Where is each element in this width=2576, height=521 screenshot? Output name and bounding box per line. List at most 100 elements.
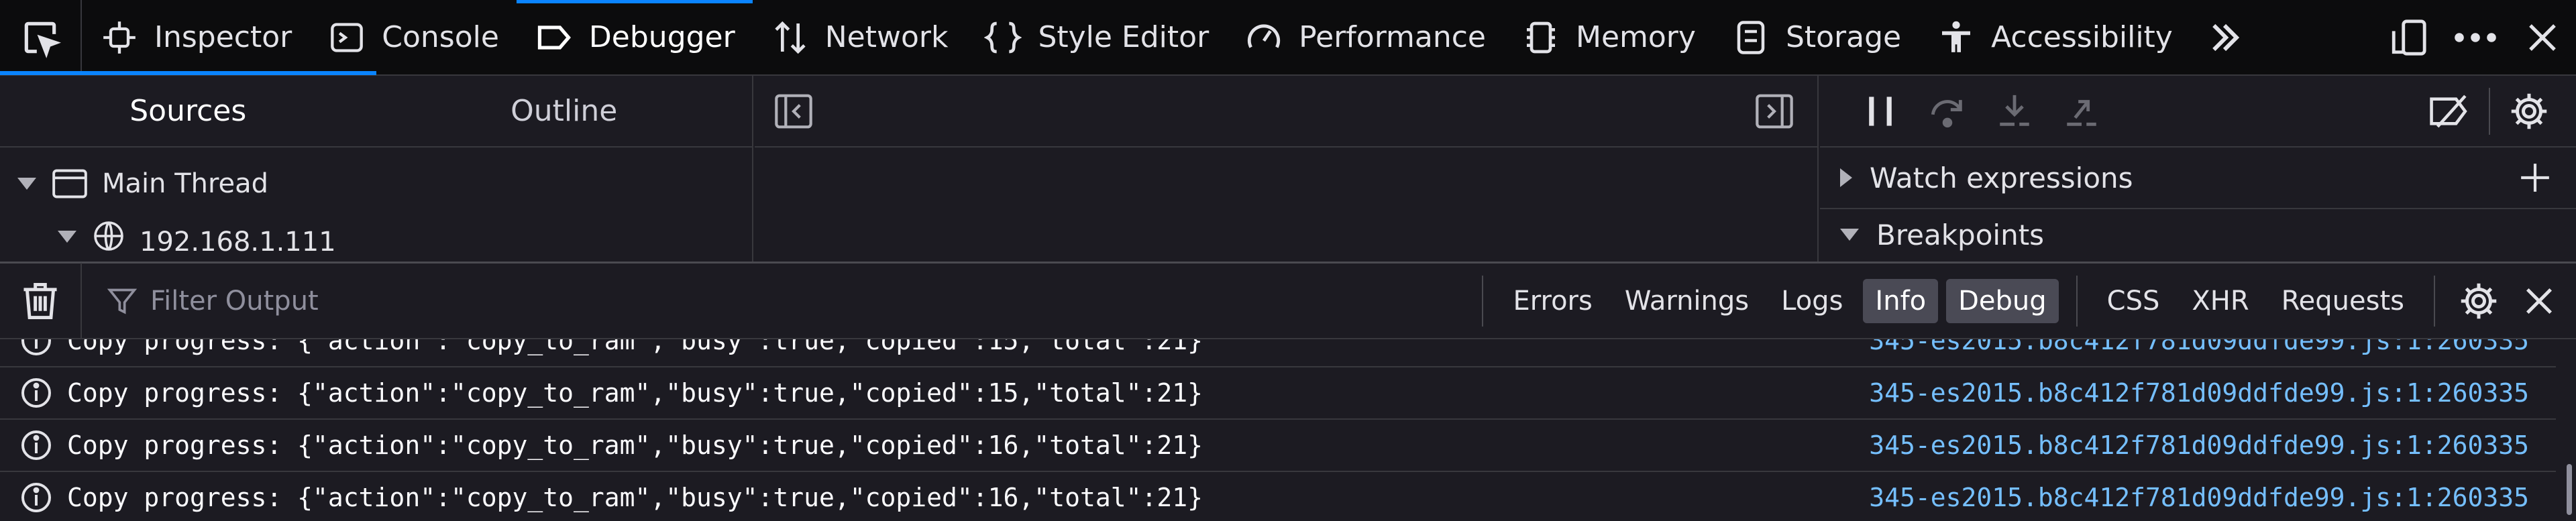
filter-output	[82, 284, 1468, 317]
close-devtools-button[interactable]	[2509, 0, 2576, 75]
tab-label: Memory	[1575, 20, 1696, 54]
filter-debug-button[interactable]: Debug	[1946, 278, 2059, 323]
tab-label: Sources	[129, 94, 247, 128]
close-split-console-button[interactable]	[2509, 263, 2569, 339]
tab-label: Debugger	[588, 20, 735, 54]
toggle-side-pane-button[interactable]	[1756, 94, 1793, 129]
element-picker-icon	[24, 21, 61, 58]
storage-icon	[1731, 17, 1771, 58]
console-message: Copy progress: {"action":"copy_to_ram","…	[0, 367, 2556, 420]
breakpoint-off-icon	[2430, 95, 2467, 127]
tab-label: Accessibility	[1991, 20, 2173, 54]
filter-info-button[interactable]: Info	[1863, 278, 1939, 323]
deactivate-breakpoints-button[interactable]	[2416, 78, 2483, 145]
tab-accessibility[interactable]: Accessibility	[1919, 0, 2190, 75]
element-picker-button[interactable]	[0, 0, 82, 75]
message-source-link[interactable]: 345-es2015.b8c412f781d09ddfde99.js:1:260…	[1869, 483, 2556, 512]
step-over-icon	[1931, 99, 1962, 127]
debugger-settings-button[interactable]	[2496, 78, 2563, 145]
info-icon	[21, 378, 51, 408]
dock-icon	[2392, 19, 2426, 56]
tab-label: Network	[824, 20, 949, 54]
tab-console[interactable]: Console	[309, 0, 517, 75]
console-scrollbar[interactable]	[2567, 464, 2572, 515]
devtools-window: Inspector Console Debugger Network Style…	[0, 0, 2576, 521]
collapse-arrow-icon	[1840, 229, 1859, 241]
options-menu-button[interactable]	[2442, 0, 2509, 75]
tab-memory[interactable]: Memory	[1503, 0, 1713, 75]
console-message: Copy progress: {"action":"copy_to_ram","…	[0, 420, 2556, 472]
gear-icon	[2511, 93, 2547, 129]
ellipsis-icon	[2455, 32, 2496, 42]
tab-label: Inspector	[154, 20, 292, 54]
expand-arrow-icon	[1840, 168, 1852, 187]
step-in-button[interactable]	[1981, 78, 2048, 145]
watch-expressions-header[interactable]: Watch expressions	[1820, 148, 2576, 209]
filter-warnings-button[interactable]: Warnings	[1613, 279, 1761, 323]
toggle-sources-pane-button[interactable]	[775, 94, 812, 129]
split-console-toolbar: Errors Warnings Logs Info Debug CSS XHR …	[0, 263, 2576, 339]
debugger-side-pane: Watch expressions Breakpoints	[1820, 76, 2576, 262]
sidebar-expand-icon	[1756, 94, 1793, 128]
plus-icon[interactable]	[2518, 161, 2552, 194]
debugger-icon	[534, 17, 574, 58]
filter-requests-button[interactable]: Requests	[2269, 279, 2416, 323]
console-message: Copy progress: {"action":"copy_to_ram","…	[0, 472, 2556, 521]
tree-item-host[interactable]: 192.168.1.111	[0, 211, 752, 252]
tab-label: Console	[382, 20, 499, 54]
divider	[1482, 275, 1484, 327]
message-source-link[interactable]: 345-es2015.b8c412f781d09ddfde99.js:1:260…	[1869, 430, 2556, 460]
info-icon	[21, 483, 51, 512]
expand-arrow-icon[interactable]	[17, 178, 36, 190]
filter-errors-button[interactable]: Errors	[1501, 279, 1604, 323]
close-icon	[2526, 288, 2553, 314]
tree-item-main-thread[interactable]: Main Thread	[0, 157, 752, 211]
tab-style-editor[interactable]: Style Editor	[965, 0, 1226, 75]
console-message: Copy progress: {"action":"copy_to_ram","…	[0, 339, 2556, 367]
tree-item-label: Main Thread	[102, 168, 269, 199]
tab-network[interactable]: Network	[753, 0, 966, 75]
info-icon	[21, 339, 51, 355]
breakpoints-header[interactable]: Breakpoints	[1820, 209, 2576, 260]
clear-console-button[interactable]	[0, 263, 82, 339]
tab-storage[interactable]: Storage	[1713, 0, 1919, 75]
tab-inspector[interactable]: Inspector	[82, 0, 309, 75]
filter-output-input[interactable]	[149, 284, 753, 317]
trash-icon	[23, 282, 57, 319]
tab-sources[interactable]: Sources	[0, 71, 376, 146]
message-source-link[interactable]: 345-es2015.b8c412f781d09ddfde99.js:1:260…	[1869, 378, 2556, 408]
message-text: Copy progress: {"action":"copy_to_ram","…	[67, 378, 1203, 408]
message-text: Copy progress: {"action":"copy_to_ram","…	[67, 339, 1203, 355]
pause-button[interactable]	[1847, 78, 1914, 145]
message-source-link[interactable]: 345-es2015.b8c412f781d09ddfde99.js:1:260…	[1869, 339, 2556, 355]
filter-xhr-button[interactable]: XHR	[2180, 279, 2261, 323]
step-out-button[interactable]	[2048, 78, 2115, 145]
tab-debugger[interactable]: Debugger	[516, 0, 753, 75]
step-in-icon	[2000, 95, 2029, 126]
divider	[2434, 275, 2435, 327]
chevron-double-right-icon	[2212, 23, 2239, 51]
console-output: Copy progress: {"action":"copy_to_ram","…	[0, 339, 2576, 521]
sources-tabs: Sources Outline	[0, 71, 753, 148]
step-over-button[interactable]	[1914, 78, 1981, 145]
sources-pane: Sources Outline Main Thread 192.168.1.11…	[0, 71, 753, 262]
gear-icon	[2461, 283, 2497, 319]
tab-outline[interactable]: Outline	[376, 76, 753, 146]
tab-label: Performance	[1299, 20, 1486, 54]
expand-arrow-icon[interactable]	[58, 231, 76, 243]
console-settings-button[interactable]	[2449, 263, 2509, 339]
tab-performance[interactable]: Performance	[1226, 0, 1503, 75]
filter-logs-button[interactable]: Logs	[1769, 279, 1855, 323]
editor-pane	[755, 76, 1819, 262]
accessibility-icon	[1936, 17, 1976, 58]
debugger-panel: Sources Outline Main Thread 192.168.1.11…	[0, 71, 2576, 262]
message-text: Copy progress: {"action":"copy_to_ram","…	[67, 483, 1203, 512]
tree-item-label: 192.168.1.111	[140, 227, 336, 252]
side-toolbar-right	[2416, 78, 2563, 145]
section-label: Watch expressions	[1870, 161, 2133, 194]
message-text: Copy progress: {"action":"copy_to_ram","…	[67, 430, 1203, 460]
more-tools-button[interactable]	[2190, 0, 2259, 75]
sidebar-collapse-icon	[775, 94, 812, 128]
filter-css-button[interactable]: CSS	[2095, 279, 2172, 323]
dock-toggle-button[interactable]	[2375, 0, 2442, 75]
